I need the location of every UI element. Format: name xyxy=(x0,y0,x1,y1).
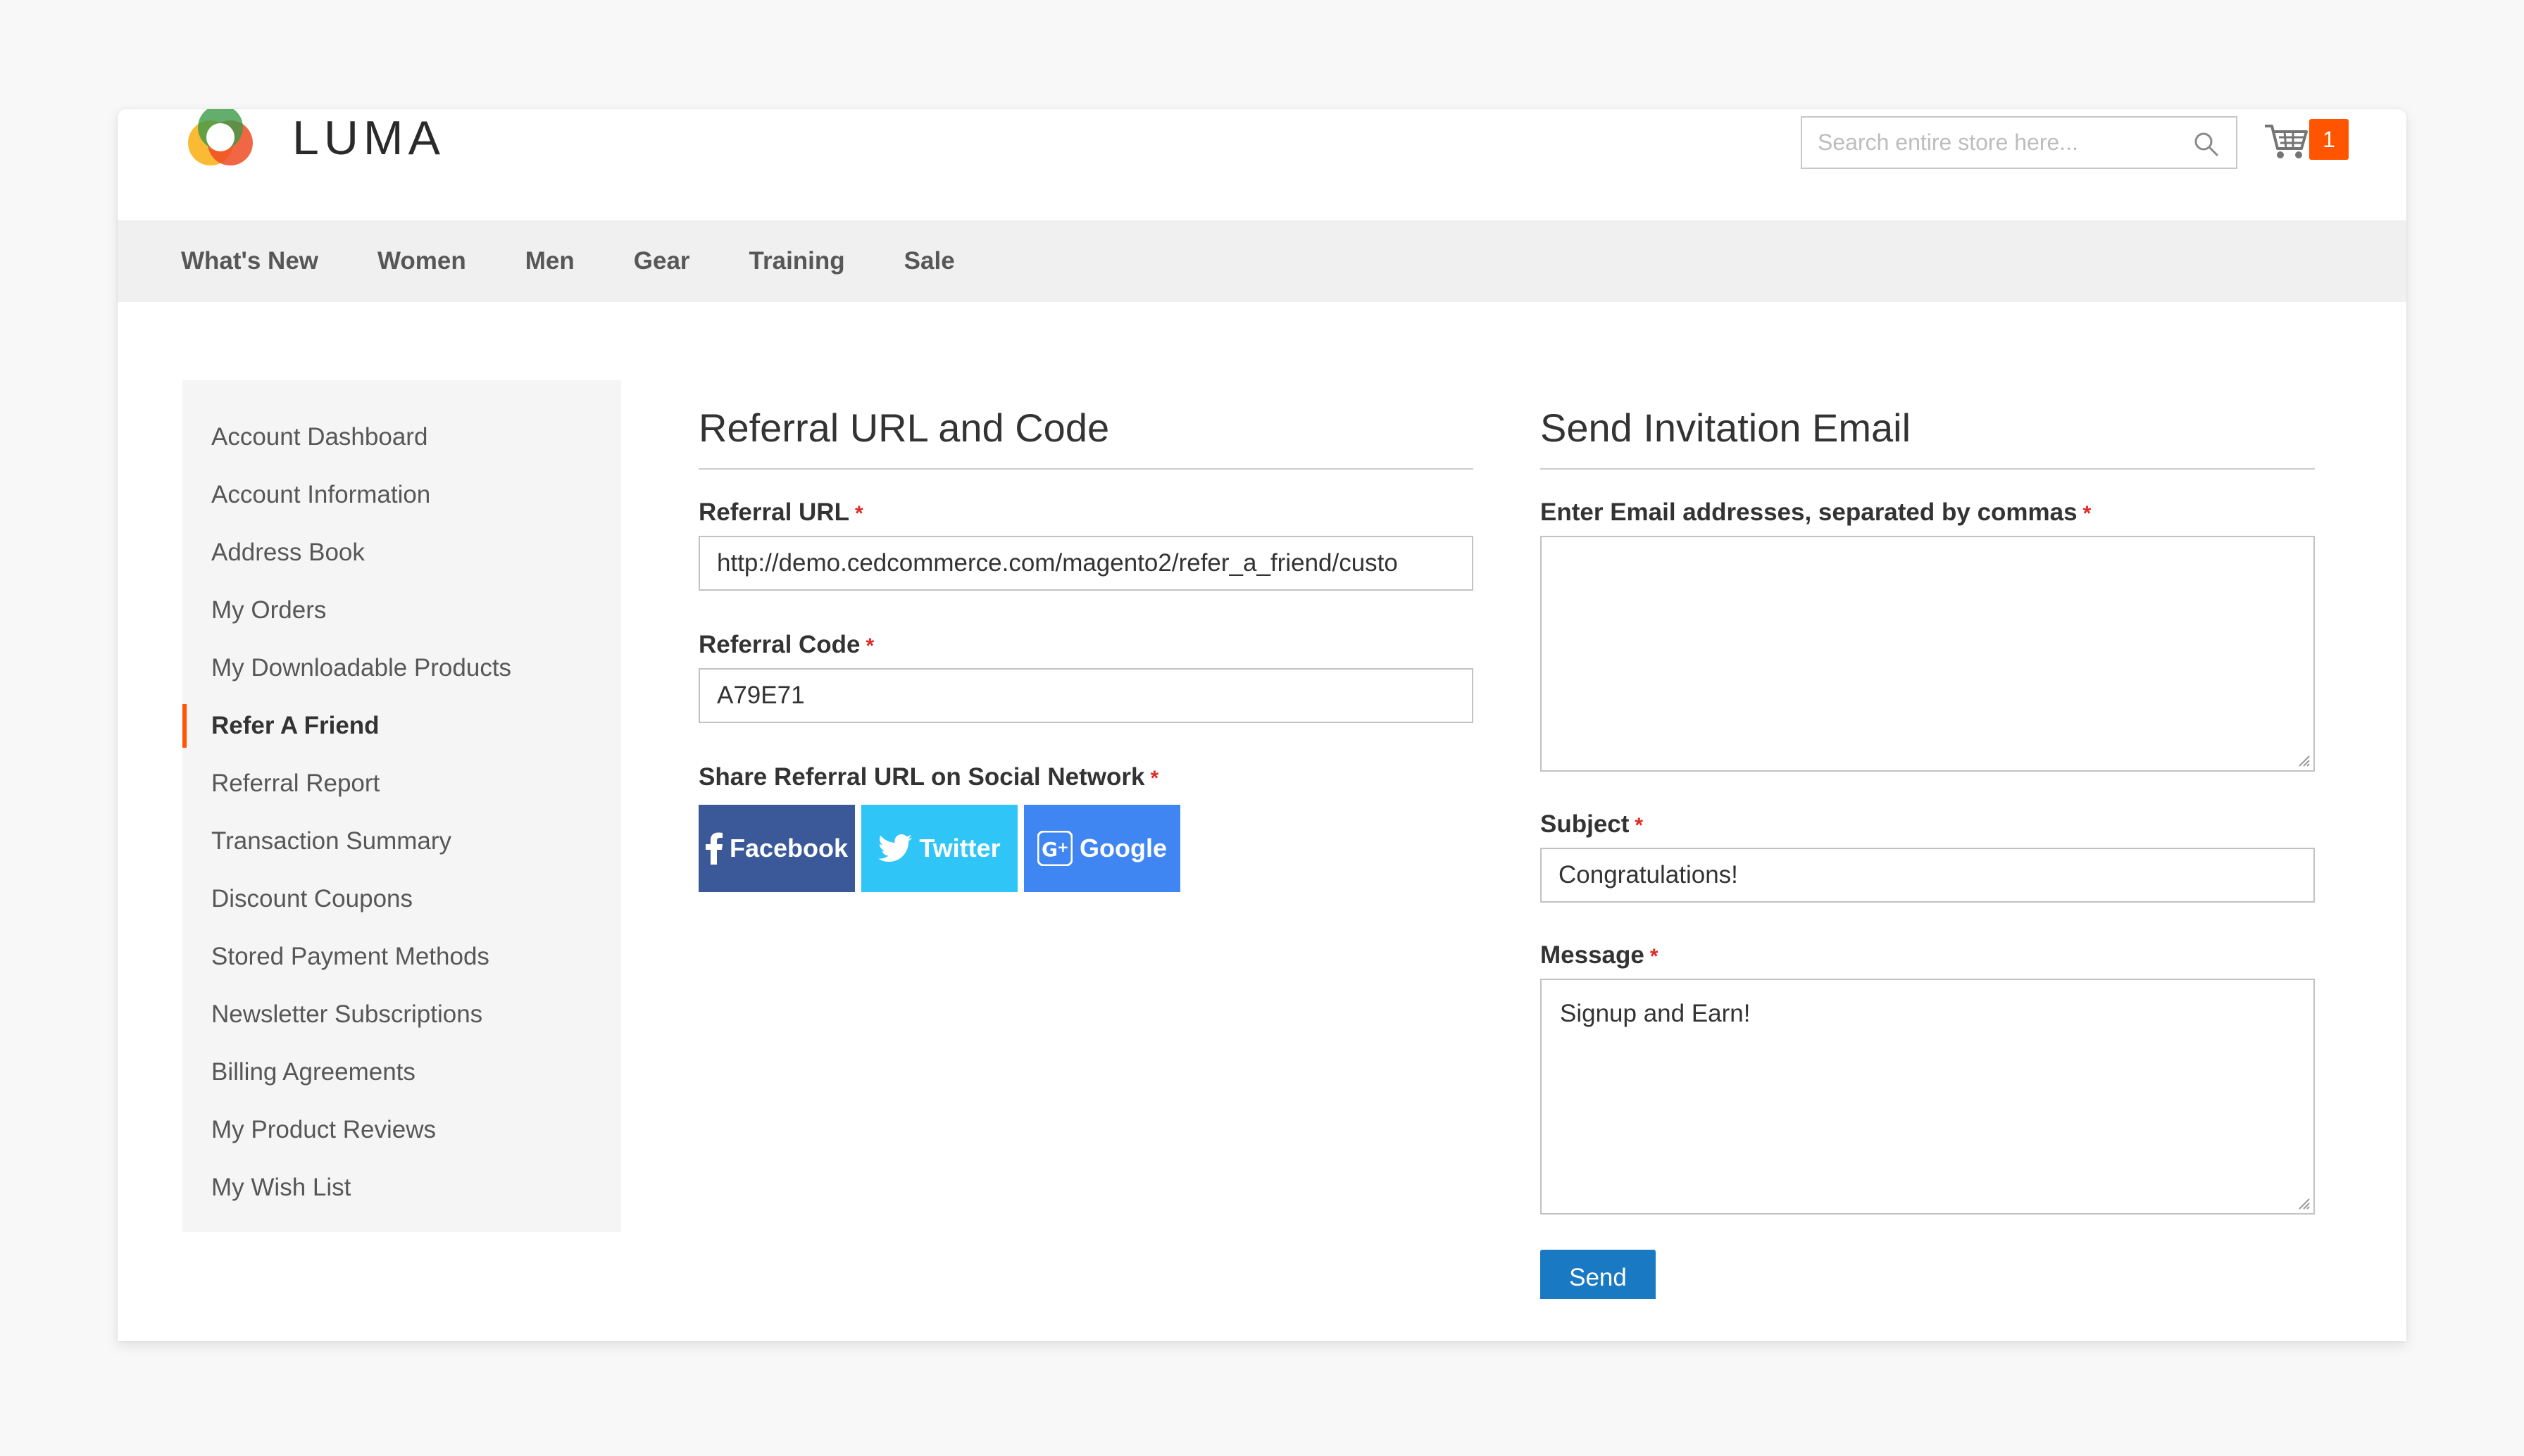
emails-label-text: Enter Email addresses, separated by comm… xyxy=(1540,498,2078,526)
nav-item-gear[interactable]: Gear xyxy=(634,247,690,275)
subject-field[interactable]: Congratulations! xyxy=(1540,848,2315,903)
referral-heading: Referral URL and Code xyxy=(699,405,1473,470)
sidebar-item-discount-coupons[interactable]: Discount Coupons xyxy=(182,870,621,928)
svg-text:+: + xyxy=(1057,839,1069,855)
required-mark: * xyxy=(854,502,863,525)
required-mark: * xyxy=(1649,945,1658,968)
twitter-label: Twitter xyxy=(919,834,1001,862)
facebook-label: Facebook xyxy=(729,834,849,862)
cart-icon[interactable] xyxy=(2262,116,2311,165)
referral-section: Referral URL and Code Referral URL * http… xyxy=(699,405,1473,892)
emails-label: Enter Email addresses, separated by comm… xyxy=(1540,495,2315,530)
referral-url-label: Referral URL * xyxy=(699,495,1473,530)
logo-text: LUMA xyxy=(292,111,445,165)
google-label: Google xyxy=(1080,834,1167,862)
sidebar-item-account-dashboard[interactable]: Account Dashboard xyxy=(182,408,621,466)
nav-item-men[interactable]: Men xyxy=(525,247,575,275)
sidebar-item-my-product-reviews[interactable]: My Product Reviews xyxy=(182,1101,621,1159)
twitter-share-button[interactable]: Twitter xyxy=(861,805,1018,892)
nav-item-women[interactable]: Women xyxy=(377,247,466,275)
sidebar-item-newsletter-subscriptions[interactable]: Newsletter Subscriptions xyxy=(182,986,621,1043)
twitter-icon xyxy=(878,834,913,862)
subject-label-text: Subject xyxy=(1540,810,1630,838)
resize-grip-icon[interactable] xyxy=(2295,1195,2311,1210)
sidebar-item-my-wish-list[interactable]: My Wish List xyxy=(182,1159,621,1217)
sidebar-item-billing-agreements[interactable]: Billing Agreements xyxy=(182,1043,621,1101)
luma-logo-icon xyxy=(182,109,260,177)
referral-code-label: Referral Code * xyxy=(699,627,1473,663)
message-textarea[interactable]: Signup and Earn! xyxy=(1540,979,2315,1215)
referral-code-field[interactable]: A79E71 xyxy=(699,668,1473,723)
google-share-button[interactable]: G + Google xyxy=(1024,805,1180,892)
sidebar-item-transaction-summary[interactable]: Transaction Summary xyxy=(182,812,621,870)
share-social-label-text: Share Referral URL on Social Network xyxy=(699,763,1145,791)
sidebar-item-my-orders[interactable]: My Orders xyxy=(182,582,621,639)
nav-item-training[interactable]: Training xyxy=(749,247,845,275)
referral-code-label-text: Referral Code xyxy=(699,631,861,658)
facebook-share-button[interactable]: Facebook xyxy=(699,805,855,892)
invitation-heading: Send Invitation Email xyxy=(1540,405,2315,470)
cart-count-badge[interactable]: 1 xyxy=(2309,119,2349,160)
sidebar-item-stored-payment-methods[interactable]: Stored Payment Methods xyxy=(182,928,621,986)
message-value: Signup and Earn! xyxy=(1560,1000,1751,1027)
google-plus-icon: G + xyxy=(1037,831,1073,866)
message-label: Message * xyxy=(1540,938,2315,973)
required-mark: * xyxy=(866,634,875,658)
nav-item-sale[interactable]: Sale xyxy=(904,247,955,275)
luma-logo[interactable]: LUMA xyxy=(182,109,445,180)
browser-window: LUMA 1 What's New Women Men Gear xyxy=(118,109,2406,1341)
sidebar-item-my-downloadable-products[interactable]: My Downloadable Products xyxy=(182,639,621,697)
share-social-label: Share Referral URL on Social Network * xyxy=(699,760,1473,795)
search-box xyxy=(1801,116,2237,169)
sidebar-item-address-book[interactable]: Address Book xyxy=(182,524,621,582)
referral-url-field[interactable]: http://demo.cedcommerce.com/magento2/ref… xyxy=(699,536,1473,591)
main-navigation: What's New Women Men Gear Training Sale xyxy=(118,220,2406,302)
emails-textarea[interactable] xyxy=(1540,536,2315,772)
facebook-icon xyxy=(705,832,723,865)
sidebar-item-account-information[interactable]: Account Information xyxy=(182,466,621,524)
account-sidebar: Account Dashboard Account Information Ad… xyxy=(182,380,621,1232)
send-button[interactable]: Send xyxy=(1540,1250,1656,1299)
subject-label: Subject * xyxy=(1540,807,2315,842)
page-background: LUMA 1 What's New Women Men Gear xyxy=(0,0,2524,1456)
resize-grip-icon[interactable] xyxy=(2295,752,2311,767)
sidebar-item-refer-a-friend[interactable]: Refer A Friend xyxy=(182,697,621,755)
search-icon[interactable] xyxy=(2192,130,2220,158)
message-label-text: Message xyxy=(1540,941,1644,969)
svg-text:G: G xyxy=(1042,838,1058,861)
invitation-section: Send Invitation Email Enter Email addres… xyxy=(1540,405,2315,1299)
nav-item-whats-new[interactable]: What's New xyxy=(181,247,318,275)
social-share-buttons: Facebook Twitter G + Google xyxy=(699,805,1473,892)
required-mark: * xyxy=(1150,767,1159,790)
required-mark: * xyxy=(1635,814,1644,837)
search-input[interactable] xyxy=(1802,121,2168,164)
sidebar-item-referral-report[interactable]: Referral Report xyxy=(182,755,621,812)
referral-url-label-text: Referral URL xyxy=(699,498,849,526)
required-mark: * xyxy=(2082,502,2092,525)
